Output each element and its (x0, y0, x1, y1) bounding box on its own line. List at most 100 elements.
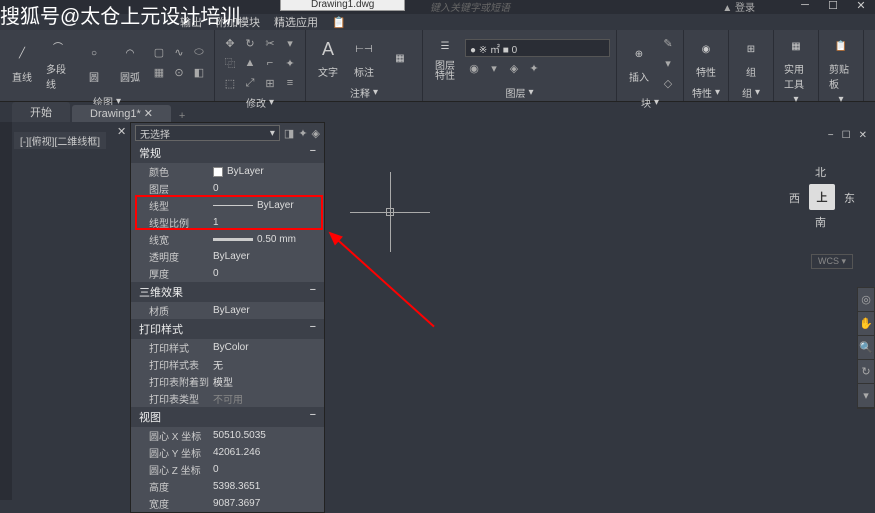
modify-label[interactable]: 修改 ▾ (219, 94, 301, 111)
search-placeholder[interactable]: 键入关键字或短语 (430, 0, 510, 14)
group-button[interactable]: ⊞组 (733, 35, 769, 81)
prop-tool3-icon[interactable]: ◈ (312, 127, 320, 140)
group-label[interactable]: 组 ▾ (733, 84, 769, 101)
nav-wheel-icon[interactable]: ◎ (858, 288, 874, 312)
fillet-icon[interactable]: ⌐ (261, 54, 279, 72)
move-icon[interactable]: ✥ (221, 34, 239, 52)
minimize-button[interactable]: ─ (791, 0, 819, 12)
prop-cy[interactable]: 圆心 Y 坐标42061.246 (131, 444, 324, 461)
util-button[interactable]: ▦实用工具 (778, 32, 814, 93)
props-label[interactable]: 特性 ▾ (688, 84, 724, 101)
prop-plotattached[interactable]: 打印表附着到模型 (131, 373, 324, 390)
copy-icon[interactable]: ⿻ (221, 54, 239, 72)
viewport-label[interactable]: [-][俯视][二维线框] (14, 132, 106, 149)
scale-icon[interactable]: ⤢ (241, 74, 259, 92)
nav-zoom-icon[interactable]: 🔍 (858, 336, 874, 360)
hatch-icon[interactable]: ▦ (150, 64, 168, 82)
props-button[interactable]: ◉特性 (688, 35, 724, 81)
block-attr-icon[interactable]: ▾ (659, 54, 677, 72)
prop-transparency[interactable]: 透明度ByLayer (131, 248, 324, 265)
tab-add-button[interactable]: + (173, 110, 191, 122)
tab-start[interactable]: 开始 (12, 102, 70, 122)
util-label[interactable]: ▾ (778, 93, 814, 106)
arc-button[interactable]: ◠圆弧 (112, 40, 148, 86)
layer-props-button[interactable]: ☰图层 特性 (427, 33, 463, 84)
line-button[interactable]: ╱直线 (4, 40, 40, 86)
stretch-icon[interactable]: ⬚ (221, 74, 239, 92)
cube-south[interactable]: 南 (815, 214, 826, 230)
prop-tool2-icon[interactable]: ✦ (298, 127, 307, 140)
view-cube[interactable]: 上 北 南 东 西 (787, 162, 857, 232)
nav-orbit-icon[interactable]: ↻ (858, 360, 874, 384)
rotate-icon[interactable]: ↻ (241, 34, 259, 52)
array-icon[interactable]: ⊞ (261, 74, 279, 92)
rect-icon[interactable]: ▢ (150, 44, 168, 62)
prop-plottable[interactable]: 打印样式表无 (131, 356, 324, 373)
block-label[interactable]: 块 ▾ (621, 94, 679, 111)
layer-tool-icon[interactable]: ◉ (465, 59, 483, 77)
trim-icon[interactable]: ✂ (261, 34, 279, 52)
prop-layer[interactable]: 图层0 (131, 180, 324, 197)
clip-label[interactable]: ▾ (823, 93, 859, 106)
explode-icon[interactable]: ✦ (281, 54, 299, 72)
block-def-icon[interactable]: ◇ (659, 74, 677, 92)
doc-maximize[interactable]: ☐ (842, 130, 851, 141)
annot-label[interactable]: 注释 ▾ (310, 84, 418, 101)
dim-button[interactable]: ⊢⊣标注 (346, 35, 382, 81)
insert-button[interactable]: ⊕插入 (621, 40, 657, 86)
layer-label[interactable]: 图层 ▾ (427, 84, 612, 101)
clip-button[interactable]: 📋剪贴板 (823, 32, 859, 93)
block-edit-icon[interactable]: ✎ (659, 34, 677, 52)
view-button[interactable]: ▭视图 (868, 37, 875, 83)
nav-show-icon[interactable]: ▾ (858, 384, 874, 408)
table-button[interactable]: ▦ (382, 44, 418, 72)
cube-east[interactable]: 东 (844, 190, 855, 206)
erase-icon[interactable]: ▾ (281, 34, 299, 52)
prop-thickness[interactable]: 厚度0 (131, 265, 324, 282)
layer-tool3-icon[interactable]: ◈ (505, 59, 523, 77)
circle-button[interactable]: ○圆 (76, 40, 112, 86)
cube-west[interactable]: 西 (789, 190, 800, 206)
panel-close-icon[interactable]: ✕ (117, 125, 126, 138)
tab-drawing1[interactable]: Drawing1* ✕ (72, 105, 171, 122)
view-label[interactable]: ▾ (868, 88, 875, 101)
prop-height[interactable]: 高度5398.3651 (131, 478, 324, 495)
menu-extra[interactable]: 📋 (332, 16, 346, 29)
layer-combo[interactable]: ● ※ ㎡ ■ 0 (465, 39, 610, 57)
ellipse-icon[interactable]: ⬭ (190, 44, 208, 62)
prop-width[interactable]: 宽度9087.3697 (131, 495, 324, 512)
prop-tool1-icon[interactable]: ◨ (284, 127, 294, 140)
close-button[interactable]: ✕ (847, 0, 875, 12)
doc-close[interactable]: ✕ (859, 130, 867, 141)
prop-cz[interactable]: 圆心 Z 坐标0 (131, 461, 324, 478)
region-icon[interactable]: ◧ (190, 64, 208, 82)
login-button[interactable]: ▲ 登录 (722, 0, 755, 14)
mirror-icon[interactable]: ▲ (241, 54, 259, 72)
cube-top[interactable]: 上 (809, 184, 835, 210)
prop-plottype[interactable]: 打印表类型不可用 (131, 390, 324, 407)
layer-tool2-icon[interactable]: ▾ (485, 59, 503, 77)
prop-plotstyle[interactable]: 打印样式ByColor (131, 339, 324, 356)
offset-icon[interactable]: ≡ (281, 74, 299, 92)
section-general[interactable]: 常规− (131, 143, 324, 163)
drawing-canvas[interactable]: − ☐ ✕ 上 北 南 东 西 WCS ▾ ◎ ✋ 🔍 ↻ ▾ (330, 122, 875, 500)
prop-lineweight[interactable]: 线宽0.50 mm (131, 231, 324, 248)
wcs-label[interactable]: WCS ▾ (811, 254, 853, 269)
point-icon[interactable]: ⊙ (170, 64, 188, 82)
maximize-button[interactable]: ☐ (819, 0, 847, 12)
section-plot[interactable]: 打印样式− (131, 319, 324, 339)
text-button[interactable]: A文字 (310, 35, 346, 81)
prop-ltscale[interactable]: 线型比例1 (131, 214, 324, 231)
doc-minimize[interactable]: − (828, 130, 834, 141)
layer-tool4-icon[interactable]: ✦ (525, 59, 543, 77)
prop-cx[interactable]: 圆心 X 坐标50510.5035 (131, 427, 324, 444)
cube-north[interactable]: 北 (815, 164, 826, 180)
selection-dropdown[interactable]: 无选择▾ (135, 125, 280, 141)
prop-linetype[interactable]: 线型ByLayer (131, 197, 324, 214)
section-3d[interactable]: 三维效果− (131, 282, 324, 302)
polyline-button[interactable]: ⌒多段线 (40, 32, 76, 93)
nav-pan-icon[interactable]: ✋ (858, 312, 874, 336)
prop-material[interactable]: 材质ByLayer (131, 302, 324, 319)
menu-featured[interactable]: 精选应用 (274, 14, 318, 30)
section-view[interactable]: 视图− (131, 407, 324, 427)
